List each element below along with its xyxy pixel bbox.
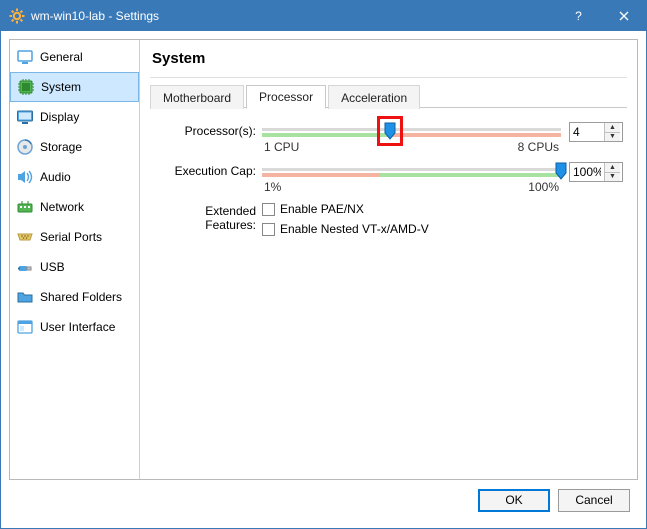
spin-arrows[interactable]: ▲▼ [604, 123, 620, 141]
processor-spin[interactable]: ▲▼ [569, 122, 623, 142]
spin-arrows[interactable]: ▲▼ [604, 163, 620, 181]
chevron-down-icon[interactable]: ▼ [605, 133, 620, 142]
tab-label: Acceleration [341, 91, 407, 105]
ext-options: Enable PAE/NX Enable Nested VT-x/AMD-V [262, 202, 623, 242]
sidebar-item-ui[interactable]: User Interface [10, 312, 139, 342]
nested-option[interactable]: Enable Nested VT-x/AMD-V [262, 222, 623, 236]
pae-label: Enable PAE/NX [280, 202, 364, 216]
sidebar-item-label: Storage [40, 140, 82, 154]
chevron-down-icon[interactable]: ▼ [605, 173, 620, 182]
execcap-label: Execution Cap: [154, 162, 262, 178]
tab-label: Processor [259, 90, 313, 104]
execcap-ticks: 1% 100% [262, 180, 561, 194]
processor-ticks: 1 CPU 8 CPUs [262, 140, 561, 154]
content: General System Display Storage Audio [1, 31, 646, 528]
titlebar: wm-win10-lab - Settings ? [1, 1, 646, 31]
folder-icon [16, 288, 34, 306]
tab-motherboard[interactable]: Motherboard [150, 85, 244, 109]
sidebar-item-display[interactable]: Display [10, 102, 139, 132]
panel: General System Display Storage Audio [9, 39, 638, 480]
help-button[interactable]: ? [556, 1, 601, 31]
sidebar-item-audio[interactable]: Audio [10, 162, 139, 192]
execcap-row: Execution Cap: 1% [154, 162, 623, 194]
network-icon [16, 198, 34, 216]
slider-thumb-icon[interactable] [555, 162, 567, 180]
processor-row: Processor(s): [154, 122, 623, 154]
sidebar-item-usb[interactable]: USB [10, 252, 139, 282]
tab-label: Motherboard [163, 91, 231, 105]
execcap-slider-wrap: 1% 100% [262, 162, 561, 194]
checkbox-icon[interactable] [262, 223, 275, 236]
storage-icon [16, 138, 34, 156]
nested-label: Enable Nested VT-x/AMD-V [280, 222, 429, 236]
ui-icon [16, 318, 34, 336]
audio-icon [16, 168, 34, 186]
sidebar-item-label: General [40, 50, 83, 64]
usb-icon [16, 258, 34, 276]
sidebar-item-system[interactable]: System [10, 72, 139, 102]
general-icon [16, 48, 34, 66]
sidebar-item-label: USB [40, 260, 65, 274]
footer: OK Cancel [9, 480, 638, 520]
page-title: System [152, 50, 625, 67]
execcap-spin[interactable]: ▲▼ [569, 162, 623, 182]
window-title: wm-win10-lab - Settings [31, 9, 556, 23]
chevron-up-icon[interactable]: ▲ [605, 163, 620, 173]
ext-label: Extended Features: [154, 202, 262, 232]
button-label: OK [505, 493, 522, 507]
ok-button[interactable]: OK [478, 489, 550, 512]
system-icon [17, 78, 35, 96]
sidebar-item-label: System [41, 80, 81, 94]
pae-option[interactable]: Enable PAE/NX [262, 202, 623, 216]
tab-acceleration[interactable]: Acceleration [328, 85, 420, 109]
gear-icon [9, 8, 25, 24]
ext-row: Extended Features: Enable PAE/NX Enable … [154, 202, 623, 242]
tab-content: Processor(s): [150, 108, 627, 252]
processor-label: Processor(s): [154, 122, 262, 138]
sidebar-item-label: User Interface [40, 320, 115, 334]
execcap-spin-input[interactable] [570, 163, 604, 181]
tick-max: 8 CPUs [518, 140, 559, 154]
sidebar: General System Display Storage Audio [10, 40, 140, 479]
close-button[interactable] [601, 1, 646, 31]
processor-spin-input[interactable] [570, 123, 604, 141]
sidebar-item-network[interactable]: Network [10, 192, 139, 222]
display-icon [16, 108, 34, 126]
checkbox-icon[interactable] [262, 203, 275, 216]
sidebar-item-serial[interactable]: Serial Ports [10, 222, 139, 252]
sidebar-item-general[interactable]: General [10, 42, 139, 72]
sidebar-item-label: Serial Ports [40, 230, 102, 244]
processor-slider-wrap: 1 CPU 8 CPUs [262, 122, 561, 154]
cancel-button[interactable]: Cancel [558, 489, 630, 512]
main-area: System Motherboard Processor Acceleratio… [140, 40, 637, 479]
processor-slider[interactable] [262, 122, 561, 140]
sidebar-item-label: Network [40, 200, 84, 214]
button-label: Cancel [575, 493, 612, 507]
execcap-slider[interactable] [262, 162, 561, 180]
settings-window: wm-win10-lab - Settings ? General System… [0, 0, 647, 529]
sidebar-item-label: Display [40, 110, 79, 124]
tick-max: 100% [528, 180, 559, 194]
sidebar-item-label: Shared Folders [40, 290, 122, 304]
sidebar-item-storage[interactable]: Storage [10, 132, 139, 162]
slider-thumb-icon[interactable] [384, 122, 396, 140]
divider [150, 77, 627, 78]
serial-icon [16, 228, 34, 246]
tick-min: 1 CPU [264, 140, 299, 154]
chevron-up-icon[interactable]: ▲ [605, 123, 620, 133]
tabs: Motherboard Processor Acceleration [150, 84, 627, 108]
sidebar-item-shared[interactable]: Shared Folders [10, 282, 139, 312]
tab-processor[interactable]: Processor [246, 85, 326, 109]
sidebar-item-label: Audio [40, 170, 71, 184]
tick-min: 1% [264, 180, 281, 194]
